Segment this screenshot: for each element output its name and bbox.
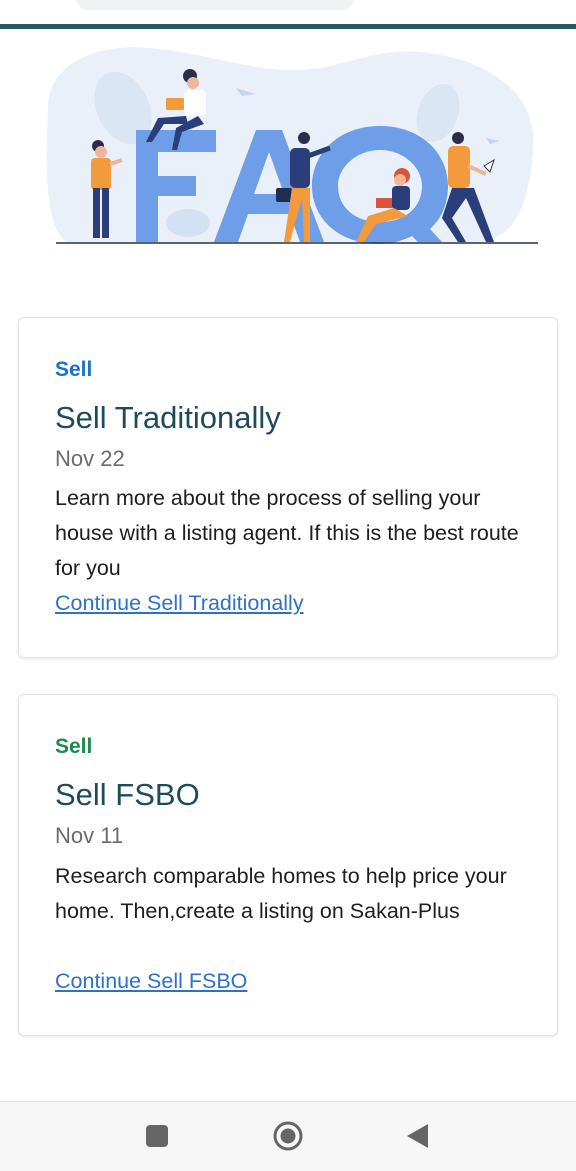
faq-card[interactable]: Sell Sell FSBO Nov 11 Research comparabl… [18,694,558,1036]
circle-icon[interactable] [270,1118,306,1154]
card-date: Nov 11 [55,823,124,848]
card-category-label: Sell [55,735,93,758]
card-description: Research comparable homes to help price … [55,864,507,923]
system-navigation-bar [0,1101,576,1171]
continue-link[interactable]: Continue Sell FSBO [55,969,247,994]
card-category-label: Sell [55,358,93,381]
faq-hero-illustration [46,47,538,244]
square-icon[interactable] [139,1118,175,1154]
card-title: Sell Traditionally [55,400,281,435]
continue-link[interactable]: Continue Sell Traditionally [55,591,304,616]
top-search-pill[interactable] [76,0,354,10]
faq-card[interactable]: Sell Sell Traditionally Nov 22 Learn mor… [18,317,558,658]
card-date: Nov 22 [55,446,125,471]
triangle-back-icon[interactable] [400,1118,436,1154]
card-title: Sell FSBO [55,777,200,812]
header-divider [0,24,576,29]
card-description: Learn more about the process of selling … [55,486,519,580]
